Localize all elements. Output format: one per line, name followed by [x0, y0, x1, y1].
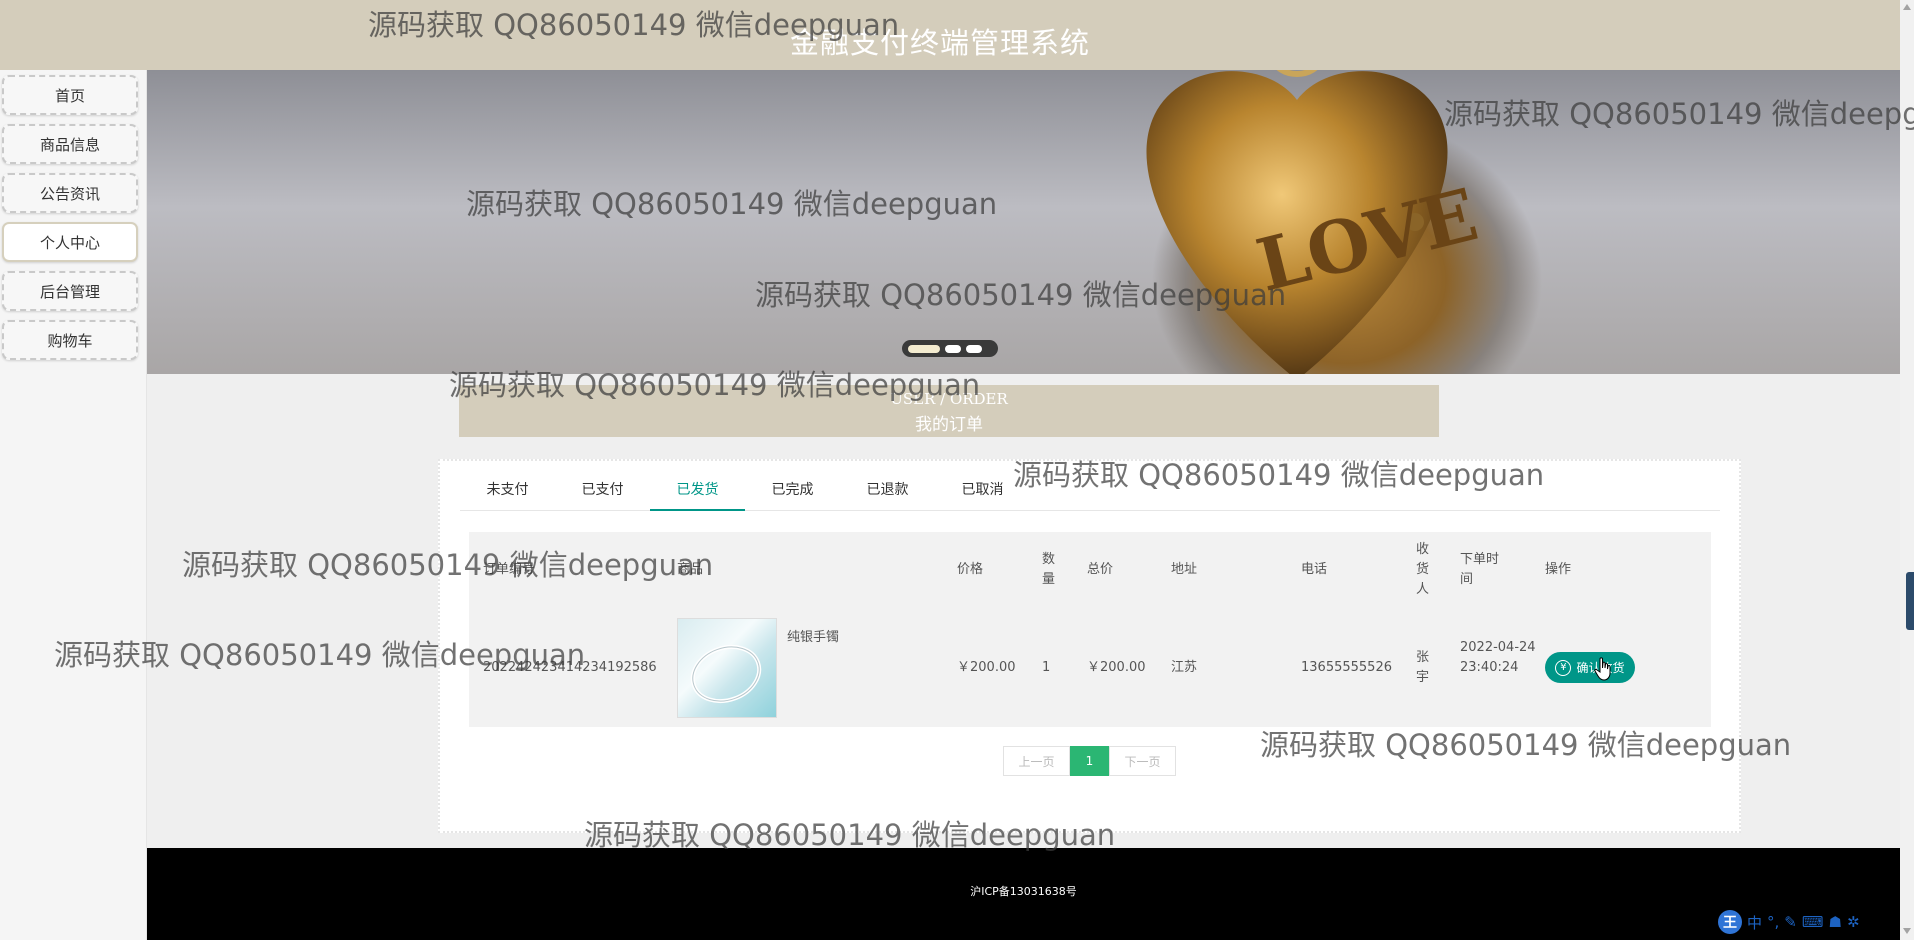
column-header-qty: 数量 — [1042, 552, 1056, 587]
ime-skin-icon[interactable]: ☗ — [1829, 913, 1842, 931]
tab-unpaid[interactable]: 未支付 — [460, 470, 555, 511]
cell-receiver: 张宇 — [1416, 650, 1430, 685]
column-header-address: 地址 — [1171, 562, 1198, 577]
section-header: USER / ORDER 我的订单 — [459, 385, 1439, 437]
sidebar-item-cart[interactable]: 购物车 — [2, 320, 138, 360]
ime-punctuation-icon[interactable]: °, — [1767, 913, 1779, 931]
product-thumbnail[interactable] — [677, 618, 777, 718]
cell-total: ￥200.00 — [1087, 660, 1146, 675]
tab-refunded[interactable]: 已退款 — [840, 470, 935, 511]
page-1-button[interactable]: 1 — [1070, 746, 1109, 776]
tab-cancelled[interactable]: 已取消 — [935, 470, 1030, 511]
sidebar-item-home[interactable]: 首页 — [2, 75, 138, 115]
section-title-en: USER / ORDER — [890, 390, 1008, 408]
scroll-up-icon[interactable] — [1903, 4, 1911, 10]
sidebar-item-personal-center[interactable]: 个人中心 — [2, 222, 138, 262]
tab-paid[interactable]: 已支付 — [555, 470, 650, 511]
column-header-order-time: 下单时间 — [1460, 552, 1500, 587]
carousel-dot-2[interactable] — [945, 344, 961, 353]
ime-logo-icon[interactable]: 王 — [1718, 910, 1742, 934]
column-header-order-no: 订单编号 — [483, 562, 536, 577]
confirm-receipt-button[interactable]: ¥ 确认收货 — [1545, 652, 1635, 683]
sidebar-item-products[interactable]: 商品信息 — [2, 124, 138, 164]
ime-handwriting-icon[interactable]: ✎ — [1784, 913, 1797, 931]
sidebar-item-news[interactable]: 公告资讯 — [2, 173, 138, 213]
hand-cursor-icon — [1594, 657, 1611, 681]
cell-product-name: 纯银手镯 — [787, 630, 840, 645]
sidebar-item-admin[interactable]: 后台管理 — [2, 271, 138, 311]
carousel-dot-1[interactable] — [908, 344, 940, 353]
bracelet-image — [690, 644, 762, 704]
heart-locket-image: LOVE — [1146, 70, 1485, 374]
app-title: 金融支付终端管理系统 — [789, 26, 1090, 60]
cell-order-time: 2022-04-24 23:40:24 — [1460, 640, 1536, 675]
column-header-total: 总价 — [1087, 562, 1114, 577]
column-header-receiver: 收货人 — [1416, 542, 1430, 597]
cell-phone: 13655555526 — [1301, 660, 1392, 675]
ime-settings-icon[interactable]: ✲ — [1847, 913, 1860, 931]
yen-icon: ¥ — [1555, 659, 1572, 676]
banner-carousel: LOVE — [147, 70, 1900, 374]
tab-shipped[interactable]: 已发货 — [650, 470, 745, 511]
tab-completed[interactable]: 已完成 — [745, 470, 840, 511]
sidebar: 首页 商品信息 公告资讯 个人中心 后台管理 购物车 — [0, 70, 147, 940]
ime-keyboard-icon[interactable]: ⌨ — [1802, 913, 1824, 931]
side-panel-handle[interactable] — [1906, 572, 1914, 630]
ime-toolbar[interactable]: 王 中 °, ✎ ⌨ ☗ ✲ — [1718, 908, 1914, 936]
carousel-indicators — [902, 340, 998, 357]
column-header-phone: 电话 — [1301, 562, 1328, 577]
cell-qty: 1 — [1042, 660, 1051, 675]
icp-number: 沪ICP备13031638号 — [970, 885, 1077, 898]
cell-price: ￥200.00 — [957, 660, 1016, 675]
column-header-price: 价格 — [957, 562, 984, 577]
footer: 沪ICP备13031638号 — [147, 848, 1900, 940]
order-status-tabs: 未支付 已支付 已发货 已完成 已退款 已取消 — [460, 470, 1720, 511]
cell-order-no: 20224242341423419258​6 — [483, 660, 657, 675]
next-page-button[interactable]: 下一页 — [1109, 746, 1176, 776]
ime-chinese-mode-icon[interactable]: 中 — [1747, 912, 1762, 933]
top-header: 金融支付终端管理系统 — [0, 0, 1900, 70]
carousel-dot-3[interactable] — [966, 344, 982, 353]
column-header-action: 操作 — [1545, 562, 1572, 577]
section-title-cn: 我的订单 — [915, 415, 983, 435]
prev-page-button[interactable]: 上一页 — [1003, 746, 1070, 776]
column-header-product: 商品 — [677, 562, 704, 577]
cell-address: 江苏 — [1171, 660, 1198, 675]
page-scrollbar[interactable] — [1900, 0, 1914, 940]
